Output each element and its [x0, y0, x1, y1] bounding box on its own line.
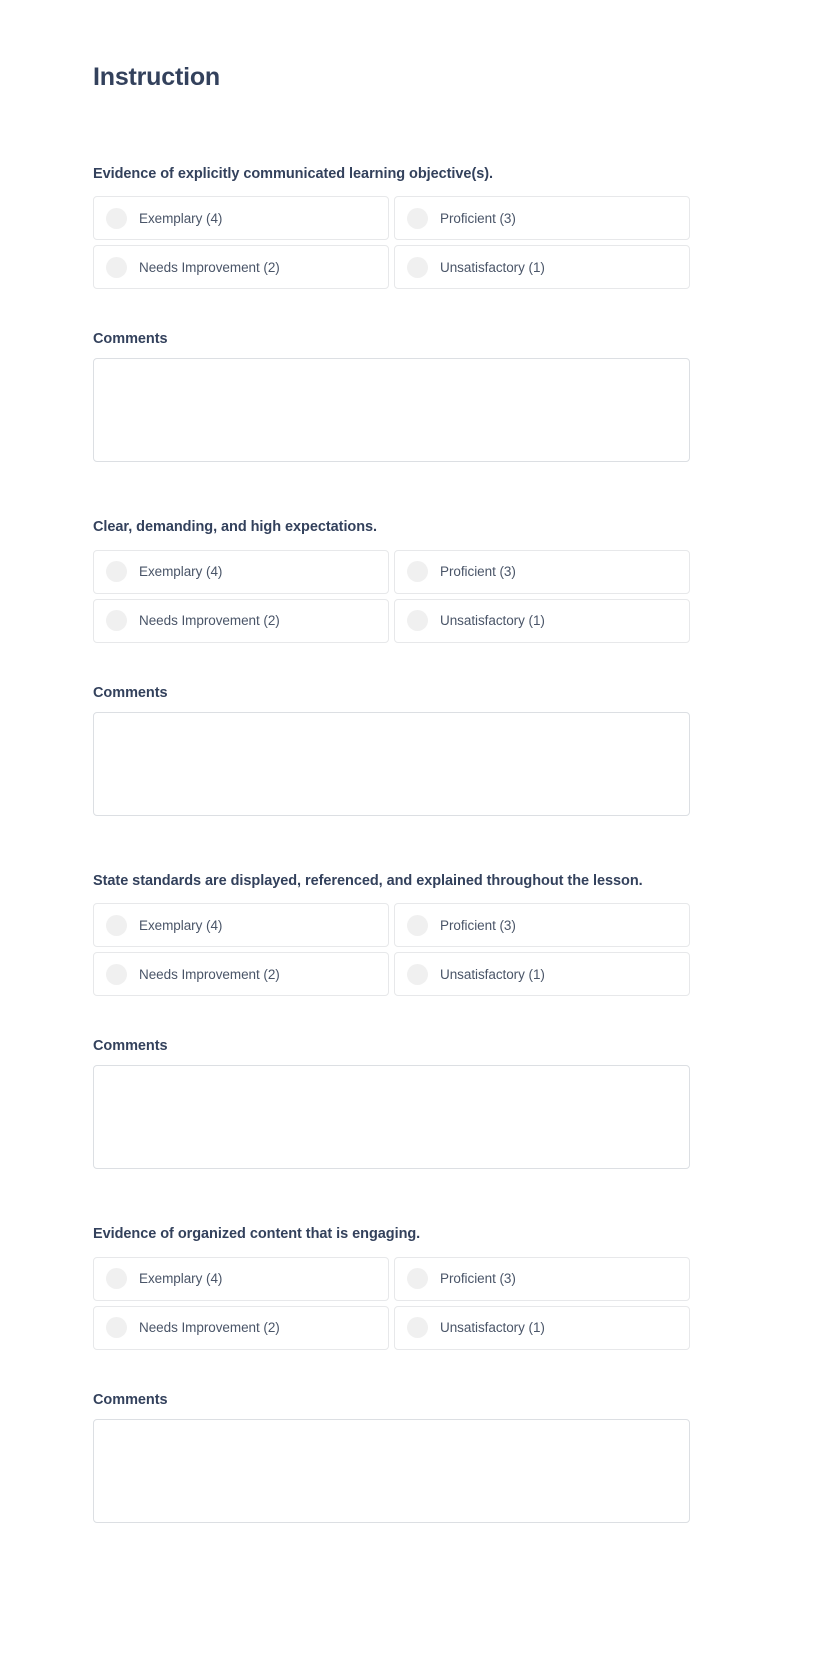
question-title-4: Evidence of organized content that is en… — [93, 1226, 421, 1243]
radio-icon[interactable] — [106, 207, 127, 229]
radio-icon[interactable] — [106, 963, 127, 985]
form-page: Instruction Evidence of explicitly commu… — [0, 0, 840, 1523]
radio-icon[interactable] — [407, 207, 428, 229]
option-unsatisfactory-2[interactable]: Unsatisfactory (1) — [394, 598, 690, 643]
question-block-1: Evidence of explicitly communicated lear… — [93, 163, 690, 294]
page-title: Instruction — [93, 63, 220, 91]
option-label: Needs Improvement (2) — [139, 966, 280, 982]
options-grid-1: Exemplary (4) Proficient (3) Needs Impro… — [93, 196, 690, 294]
option-needs-improvement-4[interactable]: Needs Improvement (2) — [93, 1305, 389, 1350]
form-container: Instruction Evidence of explicitly commu… — [93, 0, 690, 1523]
option-label: Needs Improvement (2) — [139, 259, 280, 275]
question-title-3: State standards are displayed, reference… — [93, 872, 643, 889]
option-label: Proficient (3) — [440, 210, 516, 226]
option-label: Exemplary (4) — [139, 210, 223, 226]
option-exemplary-3[interactable]: Exemplary (4) — [93, 903, 389, 948]
radio-icon[interactable] — [106, 1317, 127, 1339]
option-label: Exemplary (4) — [139, 1271, 223, 1287]
option-label: Proficient (3) — [440, 1271, 516, 1287]
option-unsatisfactory-3[interactable]: Unsatisfactory (1) — [394, 952, 690, 997]
radio-icon[interactable] — [407, 914, 428, 936]
comments-textarea-4[interactable] — [93, 1418, 690, 1523]
comments-label: Comments — [93, 331, 168, 348]
option-label: Exemplary (4) — [139, 564, 223, 580]
options-grid-3: Exemplary (4) Proficient (3) Needs Impro… — [93, 903, 690, 1001]
radio-icon[interactable] — [106, 1268, 127, 1290]
question-block-3: State standards are displayed, reference… — [93, 870, 690, 1001]
radio-icon[interactable] — [407, 610, 428, 632]
comments-label: Comments — [93, 1391, 168, 1408]
radio-icon[interactable] — [106, 256, 127, 278]
option-unsatisfactory-1[interactable]: Unsatisfactory (1) — [394, 245, 690, 290]
option-label: Unsatisfactory (1) — [440, 966, 545, 982]
comments-label: Comments — [93, 684, 168, 701]
option-label: Needs Improvement (2) — [139, 613, 280, 629]
question-title-1: Evidence of explicitly communicated lear… — [93, 166, 493, 182]
option-proficient-4[interactable]: Proficient (3) — [394, 1256, 690, 1301]
option-needs-improvement-2[interactable]: Needs Improvement (2) — [93, 598, 389, 643]
comments-block-1: Comments — [93, 331, 690, 463]
question-block-2: Clear, demanding, and high expectations.… — [93, 516, 690, 647]
radio-icon[interactable] — [106, 610, 127, 632]
option-exemplary-2[interactable]: Exemplary (4) — [93, 549, 389, 594]
option-label: Needs Improvement (2) — [139, 1320, 280, 1336]
option-label: Unsatisfactory (1) — [440, 1320, 545, 1336]
option-exemplary-1[interactable]: Exemplary (4) — [93, 196, 389, 241]
comments-label: Comments — [93, 1038, 168, 1055]
option-label: Unsatisfactory (1) — [440, 259, 545, 275]
radio-icon[interactable] — [407, 256, 428, 278]
options-grid-4: Exemplary (4) Proficient (3) Needs Impro… — [93, 1256, 690, 1355]
option-unsatisfactory-4[interactable]: Unsatisfactory (1) — [394, 1305, 690, 1350]
option-proficient-2[interactable]: Proficient (3) — [394, 549, 690, 594]
comments-block-2: Comments — [93, 685, 690, 816]
option-proficient-1[interactable]: Proficient (3) — [394, 196, 690, 241]
comments-textarea-1[interactable] — [93, 358, 690, 463]
radio-icon[interactable] — [407, 1268, 428, 1290]
option-exemplary-4[interactable]: Exemplary (4) — [93, 1256, 389, 1301]
option-label: Unsatisfactory (1) — [440, 613, 545, 629]
option-needs-improvement-1[interactable]: Needs Improvement (2) — [93, 245, 389, 290]
comments-block-4: Comments — [93, 1392, 690, 1523]
radio-icon[interactable] — [407, 1317, 428, 1339]
question-title-2: Clear, demanding, and high expectations. — [93, 519, 378, 536]
radio-icon[interactable] — [407, 963, 428, 985]
options-grid-2: Exemplary (4) Proficient (3) Needs Impro… — [93, 549, 690, 648]
comments-textarea-3[interactable] — [93, 1065, 690, 1170]
radio-icon[interactable] — [106, 914, 127, 936]
comments-block-3: Comments — [93, 1038, 690, 1170]
option-label: Proficient (3) — [440, 564, 516, 580]
radio-icon[interactable] — [106, 561, 127, 583]
question-block-4: Evidence of organized content that is en… — [93, 1223, 690, 1354]
option-label: Proficient (3) — [440, 917, 516, 933]
option-needs-improvement-3[interactable]: Needs Improvement (2) — [93, 952, 389, 997]
option-label: Exemplary (4) — [139, 917, 223, 933]
comments-textarea-2[interactable] — [93, 711, 690, 816]
option-proficient-3[interactable]: Proficient (3) — [394, 903, 690, 948]
radio-icon[interactable] — [407, 561, 428, 583]
